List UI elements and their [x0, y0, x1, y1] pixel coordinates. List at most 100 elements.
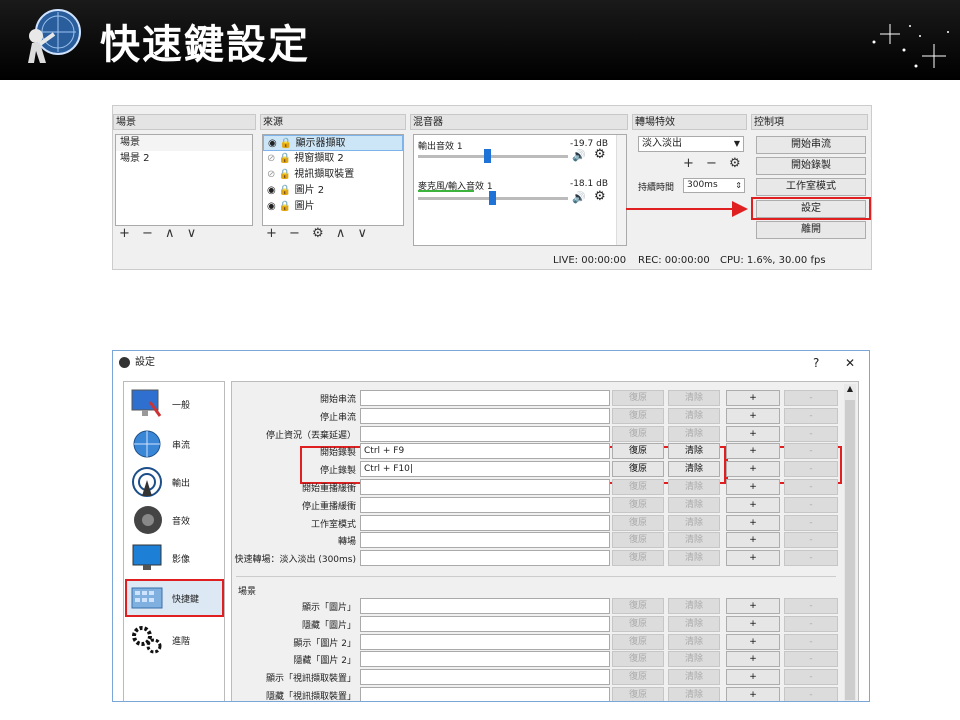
hotkey-input[interactable] — [360, 407, 610, 424]
gear-icon[interactable]: ⚙ — [594, 189, 606, 204]
hotkey-input[interactable] — [360, 669, 610, 686]
scene-item[interactable]: 場景 — [116, 135, 252, 151]
revert-button[interactable]: 復原 — [612, 496, 664, 513]
hotkey-input[interactable] — [360, 615, 610, 632]
speaker-icon[interactable]: 🔊 — [572, 149, 586, 162]
duration-spinbox[interactable]: 300ms ⇕ — [683, 178, 745, 193]
add-hotkey-button[interactable]: + — [726, 390, 780, 406]
hotkey-input[interactable] — [360, 514, 610, 531]
add-hotkey-button[interactable]: + — [726, 651, 780, 668]
hotkey-input[interactable] — [360, 550, 610, 567]
revert-button[interactable]: 復原 — [612, 651, 664, 668]
clear-button[interactable]: 清除 — [668, 461, 720, 478]
clear-button[interactable]: 清除 — [668, 669, 720, 686]
volume-slider-handle[interactable] — [489, 191, 496, 205]
eye-icon[interactable]: ◉ — [267, 185, 276, 196]
remove-hotkey-button[interactable]: - — [784, 598, 838, 614]
clear-button[interactable]: 清除 — [668, 443, 720, 460]
hotkey-input[interactable] — [360, 598, 610, 614]
hotkey-input[interactable] — [360, 479, 610, 495]
add-hotkey-button[interactable]: + — [726, 461, 780, 478]
add-hotkey-button[interactable]: + — [726, 443, 780, 460]
clear-button[interactable]: 清除 — [668, 615, 720, 632]
revert-button[interactable]: 復原 — [612, 461, 664, 478]
eye-icon[interactable]: ◉ — [268, 138, 277, 149]
revert-button[interactable]: 復原 — [612, 390, 664, 406]
clear-button[interactable]: 清除 — [668, 390, 720, 406]
clear-button[interactable]: 清除 — [668, 514, 720, 531]
remove-hotkey-button[interactable]: - — [784, 550, 838, 567]
source-item[interactable]: ◉ 🔒 顯示器擷取 — [263, 135, 403, 151]
source-item[interactable]: ⊘ 🔒 視訊擷取裝置 — [263, 167, 403, 183]
eye-hidden-icon[interactable]: ⊘ — [267, 169, 275, 180]
source-item[interactable]: ◉ 🔒 圖片 2 — [263, 183, 403, 199]
clear-button[interactable]: 清除 — [668, 532, 720, 549]
scenes-toolbar[interactable]: + − ∧ ∨ — [119, 226, 200, 241]
sources-toolbar[interactable]: + − ⚙ ∧ ∨ — [266, 226, 371, 241]
hotkey-input[interactable] — [360, 687, 610, 701]
add-hotkey-button[interactable]: + — [726, 425, 780, 442]
add-hotkey-button[interactable]: + — [726, 514, 780, 531]
hotkey-input[interactable] — [360, 633, 610, 650]
add-hotkey-button[interactable]: + — [726, 479, 780, 495]
lock-icon[interactable]: 🔒 — [279, 185, 291, 196]
remove-hotkey-button[interactable]: - — [784, 443, 838, 460]
lock-icon[interactable]: 🔒 — [280, 138, 292, 149]
hotkey-input[interactable] — [360, 651, 610, 668]
add-hotkey-button[interactable]: + — [726, 407, 780, 424]
eye-hidden-icon[interactable]: ⊘ — [267, 153, 275, 164]
lock-icon[interactable]: 🔒 — [279, 169, 291, 180]
remove-hotkey-button[interactable]: - — [784, 479, 838, 495]
revert-button[interactable]: 復原 — [612, 407, 664, 424]
clear-button[interactable]: 清除 — [668, 550, 720, 567]
speaker-icon[interactable]: 🔊 — [572, 191, 586, 204]
remove-hotkey-button[interactable]: - — [784, 687, 838, 701]
spin-arrows-icon[interactable]: ⇕ — [735, 179, 742, 192]
close-button[interactable]: ✕ — [845, 351, 855, 375]
remove-hotkey-button[interactable]: - — [784, 407, 838, 424]
add-hotkey-button[interactable]: + — [726, 669, 780, 686]
revert-button[interactable]: 復原 — [612, 532, 664, 549]
clear-button[interactable]: 清除 — [668, 598, 720, 614]
start-recording-button[interactable]: 開始錄製 — [756, 157, 866, 175]
studio-mode-button[interactable]: 工作室模式 — [756, 178, 866, 196]
help-button[interactable]: ? — [813, 351, 819, 375]
add-hotkey-button[interactable]: + — [726, 550, 780, 567]
clear-button[interactable]: 清除 — [668, 687, 720, 701]
source-item[interactable]: ⊘ 🔒 視窗擷取 2 — [263, 151, 403, 167]
source-item[interactable]: ◉ 🔒 圖片 — [263, 199, 403, 215]
nav-item-audio[interactable]: 音效 — [126, 502, 224, 538]
revert-button[interactable]: 復原 — [612, 479, 664, 495]
exit-button[interactable]: 離開 — [756, 221, 866, 239]
start-streaming-button[interactable]: 開始串流 — [756, 136, 866, 154]
clear-button[interactable]: 清除 — [668, 651, 720, 668]
volume-slider[interactable] — [418, 155, 568, 158]
add-hotkey-button[interactable]: + — [726, 687, 780, 701]
revert-button[interactable]: 復原 — [612, 615, 664, 632]
hotkey-input[interactable]: Ctrl + F10| — [360, 461, 610, 478]
revert-button[interactable]: 復原 — [612, 514, 664, 531]
nav-item-advanced[interactable]: 進階 — [126, 622, 224, 658]
scene-item[interactable]: 場景 2 — [116, 151, 252, 167]
remove-hotkey-button[interactable]: - — [784, 425, 838, 442]
revert-button[interactable]: 復原 — [612, 443, 664, 460]
clear-button[interactable]: 清除 — [668, 496, 720, 513]
transition-select[interactable]: 淡入淡出 ▼ — [638, 136, 744, 152]
revert-button[interactable]: 復原 — [612, 687, 664, 701]
clear-button[interactable]: 清除 — [668, 479, 720, 495]
hotkey-input[interactable] — [360, 390, 610, 406]
revert-button[interactable]: 復原 — [612, 425, 664, 442]
remove-hotkey-button[interactable]: - — [784, 633, 838, 650]
hotkey-input[interactable] — [360, 496, 610, 513]
revert-button[interactable]: 復原 — [612, 633, 664, 650]
revert-button[interactable]: 復原 — [612, 598, 664, 614]
hotkey-input[interactable] — [360, 425, 610, 442]
nav-item-stream[interactable]: 串流 — [126, 426, 224, 462]
nav-item-output[interactable]: 輸出 — [126, 464, 224, 500]
clear-button[interactable]: 清除 — [668, 633, 720, 650]
lock-icon[interactable]: 🔒 — [279, 153, 291, 164]
remove-hotkey-button[interactable]: - — [784, 390, 838, 406]
mixer-scrollbar[interactable] — [616, 135, 626, 245]
clear-button[interactable]: 清除 — [668, 425, 720, 442]
remove-hotkey-button[interactable]: - — [784, 615, 838, 632]
